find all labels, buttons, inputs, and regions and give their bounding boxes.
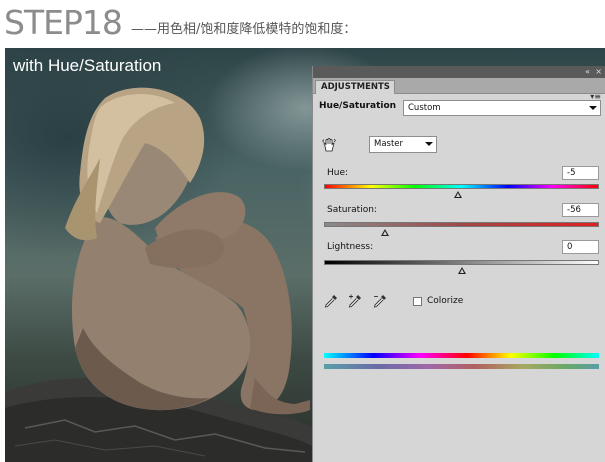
hue-value-input[interactable]: -5 (562, 166, 599, 180)
close-panel-icon[interactable]: × (595, 67, 602, 77)
saturation-slider-track[interactable] (324, 222, 599, 227)
panel-title-bar[interactable]: « × (313, 66, 605, 78)
eyedropper-plus-icon[interactable] (348, 294, 362, 308)
colorize-checkbox[interactable] (413, 297, 422, 306)
channel-selected: Master (374, 139, 404, 149)
step-description: ——用色相/饱和度降低模特的饱和度： (131, 22, 357, 37)
saturation-label: Saturation: (327, 205, 377, 215)
input-color-bar (324, 353, 599, 358)
photo-caption: with Hue/Saturation (13, 56, 162, 75)
lightness-label: Lightness: (327, 242, 374, 252)
step-title: STEP18 (4, 3, 123, 42)
adjustment-name: Hue/Saturation (319, 101, 397, 111)
lightness-slider-track[interactable] (324, 260, 599, 265)
panel-tab-bar: ADJUSTMENTS ▾≡ (313, 78, 605, 101)
lightness-slider-thumb[interactable] (457, 267, 466, 274)
eyedropper-minus-icon[interactable] (373, 294, 387, 308)
hand-adjust-icon[interactable] (322, 138, 336, 152)
hue-slider-track[interactable] (324, 184, 599, 189)
chevron-down-icon (425, 142, 433, 146)
preset-dropdown[interactable]: Custom (403, 100, 601, 116)
channel-dropdown[interactable]: Master (369, 136, 437, 153)
output-color-bar (324, 364, 599, 369)
saturation-value-input[interactable]: -56 (562, 203, 599, 217)
hue-label: Hue: (327, 168, 349, 178)
collapse-panel-icon[interactable]: « (585, 67, 590, 77)
preset-selected: Custom (408, 103, 441, 113)
adjustments-panel: « × ADJUSTMENTS ▾≡ Hue/Saturation Custom… (312, 66, 605, 462)
chevron-down-icon (589, 106, 597, 110)
saturation-slider-thumb[interactable] (380, 229, 389, 236)
colorize-label: Colorize (427, 296, 464, 306)
eyedropper-icon[interactable] (324, 294, 338, 308)
hue-slider-thumb[interactable] (453, 191, 462, 198)
lightness-value-input[interactable]: 0 (562, 240, 599, 254)
tab-adjustments[interactable]: ADJUSTMENTS (315, 80, 395, 94)
